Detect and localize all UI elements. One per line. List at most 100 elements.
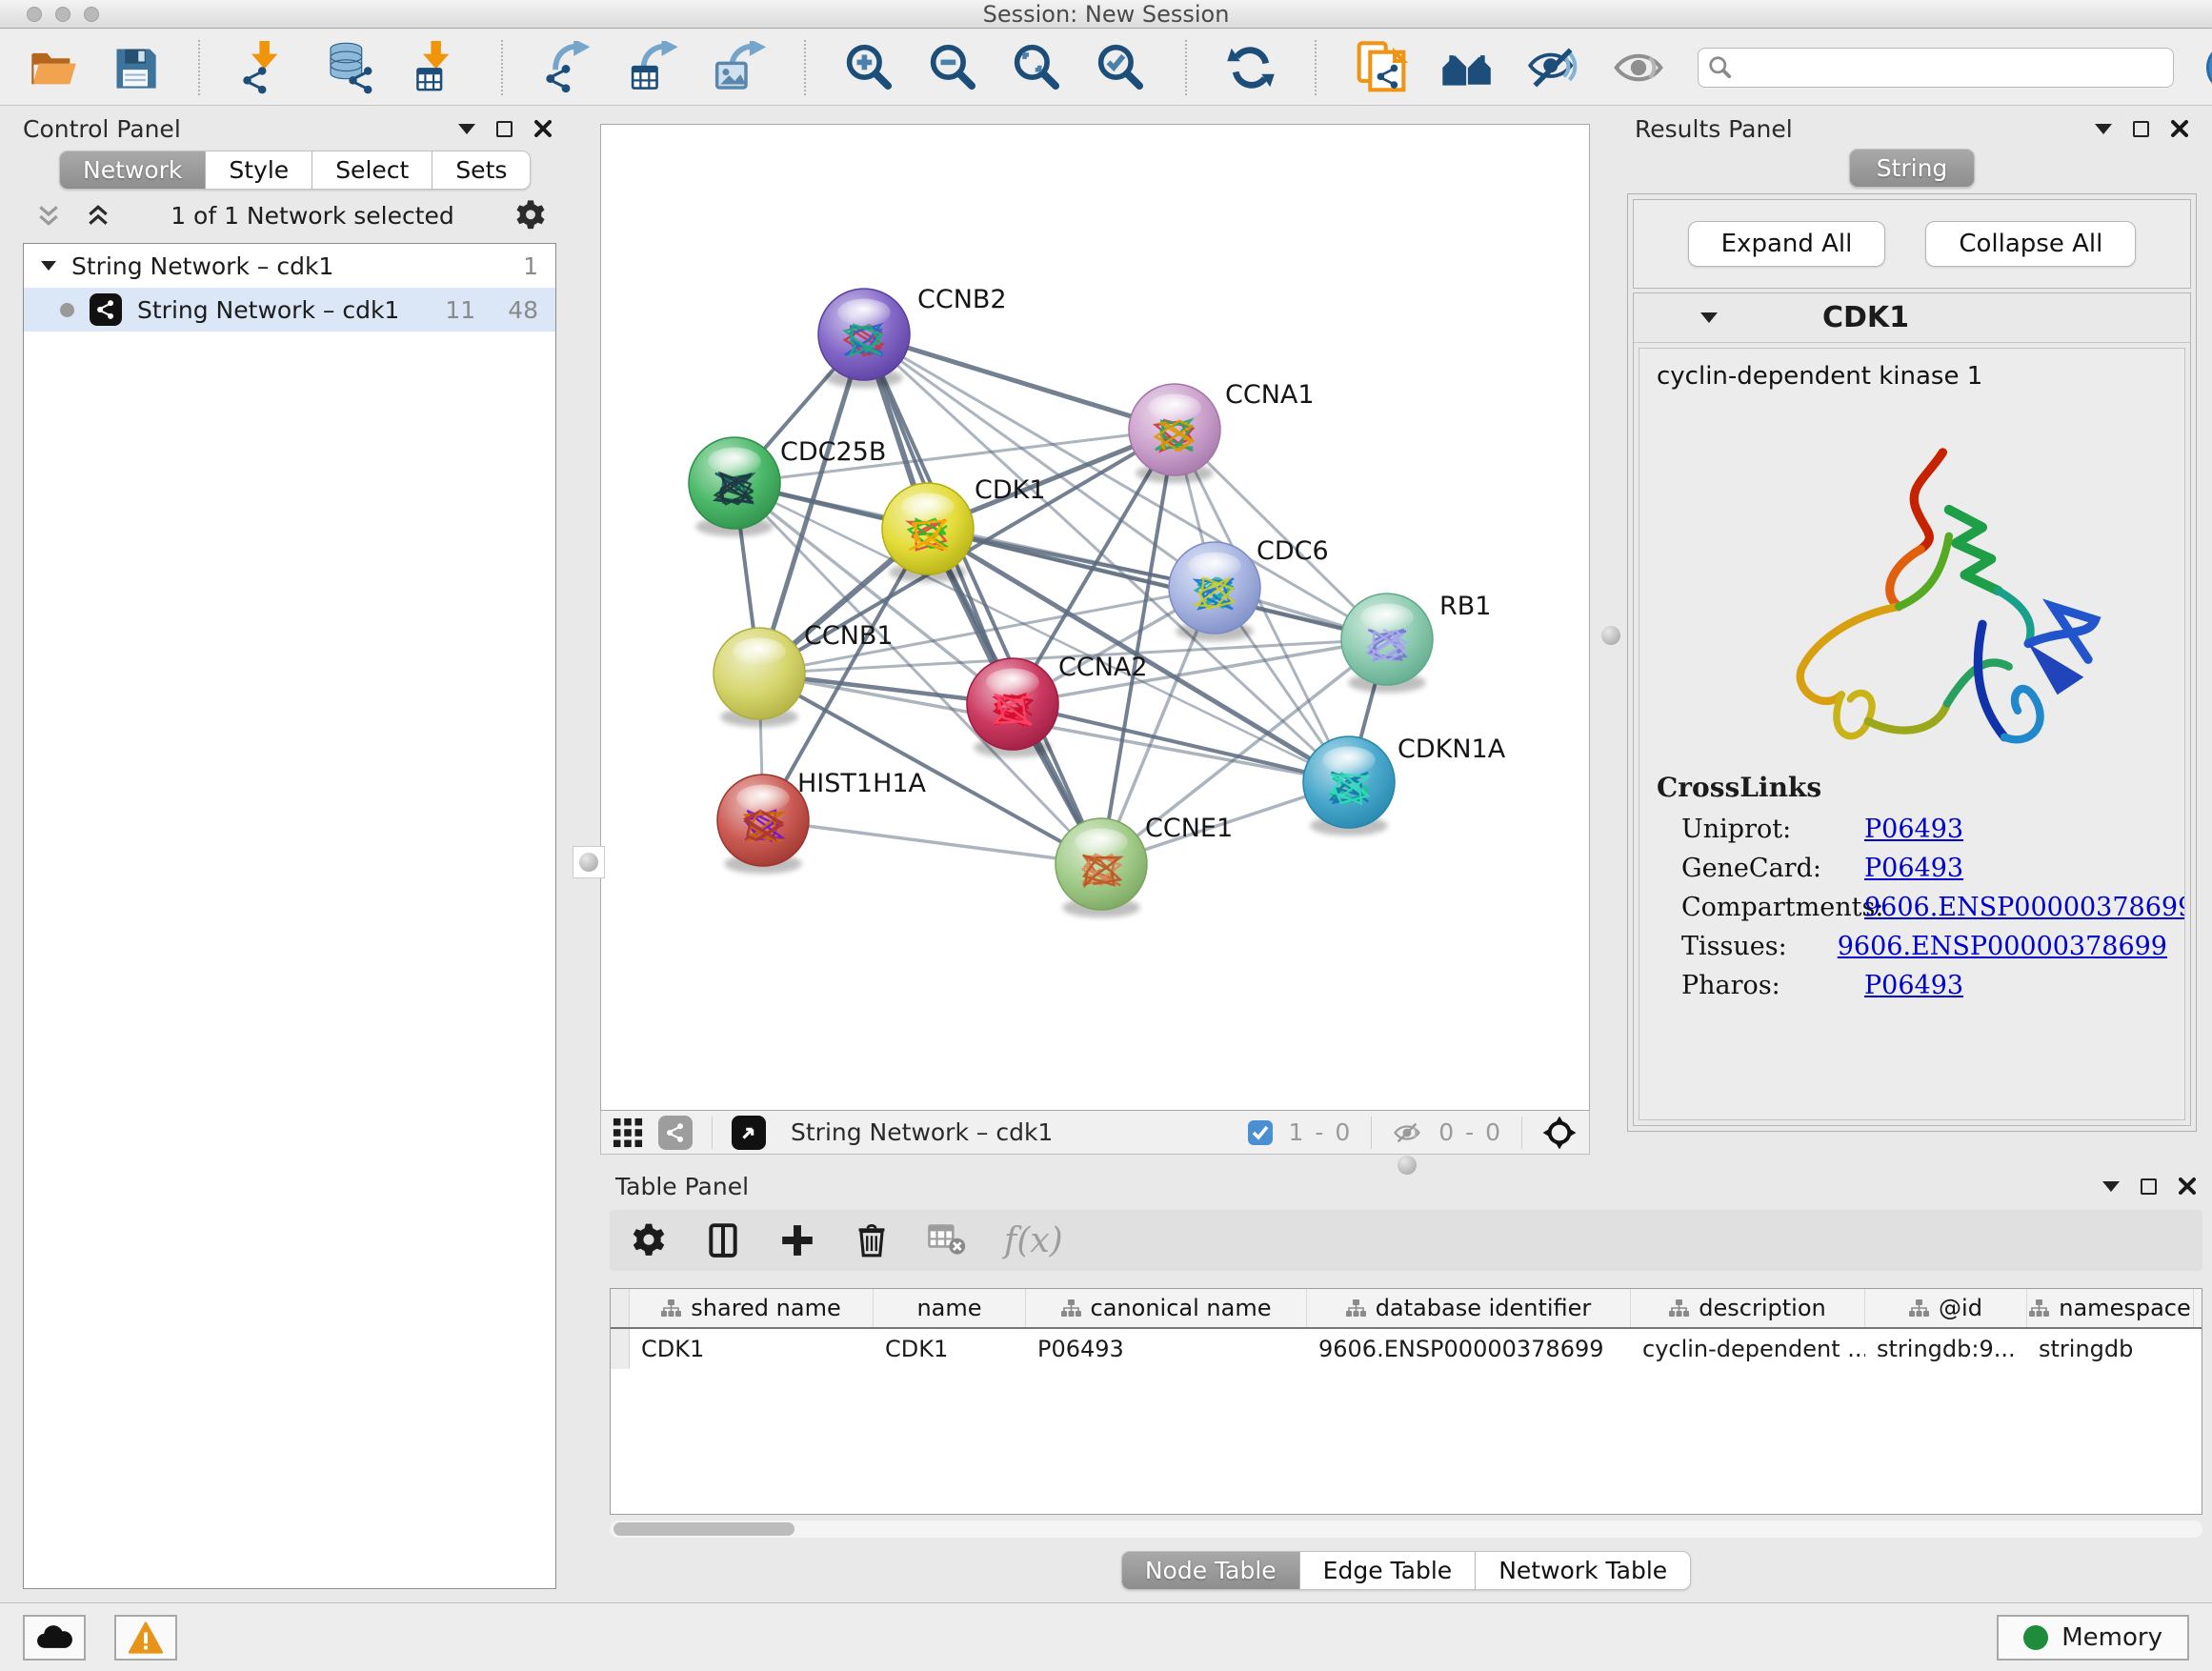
function-builder-icon[interactable]: f(x) xyxy=(1004,1221,1063,1260)
network-node-CDK1[interactable] xyxy=(882,483,974,582)
network-edge[interactable] xyxy=(763,820,1101,864)
network-row-selected[interactable]: String Network – cdk1 11 48 xyxy=(24,288,555,332)
table-cell[interactable]: CDK1 xyxy=(630,1329,874,1369)
panel-menu-icon[interactable] xyxy=(2095,124,2112,134)
tab-select[interactable]: Select xyxy=(312,151,432,190)
delete-table-icon[interactable] xyxy=(928,1224,966,1257)
birds-eye-view-icon[interactable] xyxy=(732,1116,766,1150)
tab-style[interactable]: Style xyxy=(206,151,312,190)
expand-all-icon[interactable] xyxy=(86,203,111,228)
network-node-CCNB1[interactable] xyxy=(714,628,805,727)
close-window-button[interactable] xyxy=(27,7,42,22)
tab-network[interactable]: Network xyxy=(59,151,206,190)
save-session-icon[interactable] xyxy=(111,41,160,94)
collapse-gene-icon[interactable] xyxy=(1700,312,1718,323)
crosslink-link[interactable]: 9606.ENSP00000378699 xyxy=(1864,893,2185,922)
network-canvas[interactable]: CCNB2CCNA1CDC25BCDK1CDC6RB1CCNB1CCNA2CDK… xyxy=(600,124,1590,1111)
table-cell[interactable]: stringdb:9... xyxy=(1865,1329,2027,1369)
selected-checkbox-icon[interactable] xyxy=(1247,1119,1274,1146)
float-panel-icon[interactable] xyxy=(2133,121,2149,137)
show-all-eye-icon[interactable] xyxy=(1612,41,1665,94)
network-node-CCNE1[interactable] xyxy=(1056,818,1147,917)
minimize-window-button[interactable] xyxy=(55,7,70,22)
export-network-icon[interactable] xyxy=(541,41,594,94)
panel-menu-icon[interactable] xyxy=(2102,1181,2120,1192)
fit-selection-crosshair-icon[interactable] xyxy=(1541,1115,1578,1151)
network-edge[interactable] xyxy=(864,334,1175,430)
import-network-file-icon[interactable] xyxy=(238,41,292,94)
table-cell[interactable]: P06493 xyxy=(1026,1329,1307,1369)
zoom-selected-icon[interactable] xyxy=(1096,41,1147,94)
table-hscrollbar-thumb[interactable] xyxy=(613,1522,794,1536)
tab-string[interactable]: String xyxy=(1849,149,1976,188)
help-button[interactable]: ? xyxy=(2206,43,2212,92)
cloud-status-button[interactable] xyxy=(23,1615,86,1661)
open-session-icon[interactable] xyxy=(29,41,78,94)
add-column-icon[interactable] xyxy=(779,1222,815,1258)
warnings-button[interactable] xyxy=(114,1615,177,1661)
right-splitter-handle[interactable] xyxy=(1595,619,1627,652)
network-node-CDKN1A[interactable] xyxy=(1303,736,1395,836)
panel-menu-icon[interactable] xyxy=(458,124,475,134)
refresh-icon[interactable] xyxy=(1225,41,1277,94)
table-row[interactable]: CDK1CDK1P064939606.ENSP00000378699cyclin… xyxy=(611,1329,2202,1369)
network-node-CDC25B[interactable] xyxy=(689,437,780,536)
search-box[interactable] xyxy=(1698,48,2174,88)
float-panel-icon[interactable] xyxy=(2141,1178,2157,1195)
hide-selected-eye-slash-icon[interactable] xyxy=(1526,41,1579,94)
network-graph[interactable]: CCNB2CCNA1CDC25BCDK1CDC6RB1CCNB1CCNA2CDK… xyxy=(601,125,1589,1110)
close-panel-icon[interactable] xyxy=(533,119,553,138)
close-panel-icon[interactable] xyxy=(2178,1177,2197,1196)
network-node-CCNA1[interactable] xyxy=(1129,384,1220,483)
column-header-description[interactable]: description xyxy=(1631,1289,1865,1327)
import-table-file-icon[interactable] xyxy=(410,41,463,94)
import-network-database-icon[interactable] xyxy=(324,41,377,94)
left-splitter-handle[interactable] xyxy=(573,846,605,878)
network-node-CCNB2[interactable] xyxy=(818,289,910,388)
column-header-namespace[interactable]: namespace xyxy=(2027,1289,2194,1327)
zoom-out-icon[interactable] xyxy=(928,41,979,94)
bottom-splitter-handle[interactable] xyxy=(1391,1149,1423,1181)
crosslink-link[interactable]: P06493 xyxy=(1864,971,1963,1000)
table-cell[interactable]: cyclin-dependent ... xyxy=(1631,1329,1865,1369)
tab-sets[interactable]: Sets xyxy=(432,151,531,190)
show-columns-icon[interactable] xyxy=(705,1222,741,1258)
network-collection-row[interactable]: String Network – cdk1 1 xyxy=(24,244,555,288)
network-node-HIST1H1A[interactable] xyxy=(717,775,809,874)
string-view-icon[interactable] xyxy=(658,1116,693,1150)
grid-view-icon[interactable] xyxy=(613,1117,643,1148)
export-image-icon[interactable] xyxy=(713,41,766,94)
column-header-shared-name[interactable]: shared name xyxy=(630,1289,874,1327)
memory-button[interactable]: Memory xyxy=(1997,1615,2189,1661)
collapse-all-button[interactable]: Collapse All xyxy=(1925,221,2136,267)
search-input[interactable] xyxy=(1740,54,2163,81)
network-edge[interactable] xyxy=(1013,704,1349,782)
export-table-icon[interactable] xyxy=(627,41,680,94)
network-node-CCNA2[interactable] xyxy=(967,658,1058,757)
collapse-all-icon[interactable] xyxy=(36,203,61,228)
crosslink-link[interactable]: P06493 xyxy=(1864,854,1963,883)
tab-network-table[interactable]: Network Table xyxy=(1476,1551,1691,1590)
expand-all-button[interactable]: Expand All xyxy=(1688,221,1886,267)
tab-edge-table[interactable]: Edge Table xyxy=(1300,1551,1477,1590)
table-cell[interactable]: 9606.ENSP00000378699 xyxy=(1307,1329,1631,1369)
crosslink-link[interactable]: P06493 xyxy=(1864,815,1963,844)
network-node-RB1[interactable] xyxy=(1341,594,1433,693)
column-header--id[interactable]: @id xyxy=(1865,1289,2027,1327)
zoom-in-icon[interactable] xyxy=(844,41,895,94)
table-settings-gear-icon[interactable] xyxy=(631,1222,667,1258)
table-cell[interactable]: CDK1 xyxy=(874,1329,1026,1369)
table-cell[interactable]: stringdb xyxy=(2027,1329,2194,1369)
column-header-canonical-name[interactable]: canonical name xyxy=(1026,1289,1307,1327)
new-network-from-selection-icon[interactable] xyxy=(1355,41,1408,94)
gene-section-header[interactable]: CDK1 xyxy=(1634,293,2190,343)
zoom-fit-icon[interactable] xyxy=(1012,41,1063,94)
float-panel-icon[interactable] xyxy=(496,121,513,137)
network-options-gear-icon[interactable] xyxy=(514,199,547,232)
zoom-window-button[interactable] xyxy=(84,7,99,22)
collection-expand-icon[interactable] xyxy=(41,261,56,271)
first-neighbors-icon[interactable] xyxy=(1440,41,1494,94)
crosslink-link[interactable]: 9606.ENSP00000378699 xyxy=(1838,932,2167,961)
column-header-database-identifier[interactable]: database identifier xyxy=(1307,1289,1631,1327)
tab-node-table[interactable]: Node Table xyxy=(1121,1551,1300,1590)
